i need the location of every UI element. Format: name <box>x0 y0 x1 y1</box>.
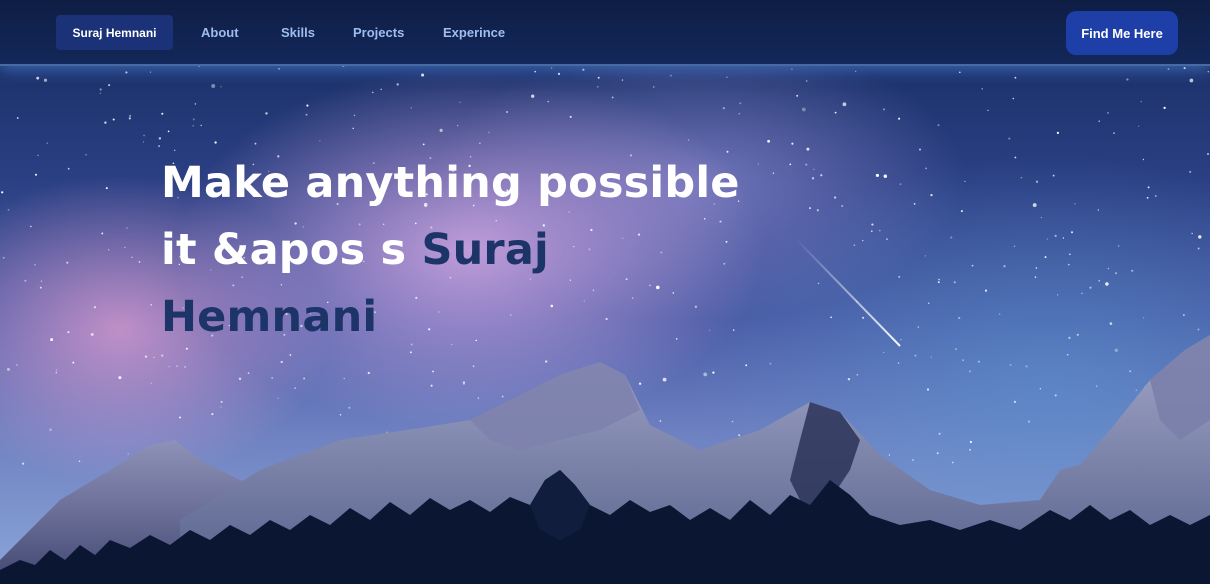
headline-prefix: it &apos s <box>161 225 422 275</box>
top-navbar: Suraj Hemnani About Skills Projects Expe… <box>0 0 1210 66</box>
brand-logo-button[interactable]: Suraj Hemnani <box>56 15 173 50</box>
name-last: Hemnani <box>161 292 378 342</box>
nav-link-about[interactable]: About <box>201 15 239 50</box>
nav-link-experience[interactable]: Experince <box>443 15 505 50</box>
headline-line-2: it &apos s Suraj <box>161 217 761 284</box>
name-first: Suraj <box>421 225 549 275</box>
find-me-here-button[interactable]: Find Me Here <box>1066 11 1178 55</box>
nav-link-projects[interactable]: Projects <box>353 15 404 50</box>
nav-link-skills[interactable]: Skills <box>281 15 315 50</box>
headline-line-1: Make anything possible <box>161 158 740 208</box>
hero-headline: Make anything possible it &apos s Suraj … <box>161 150 761 351</box>
headline-line-3: Hemnani <box>161 284 761 351</box>
